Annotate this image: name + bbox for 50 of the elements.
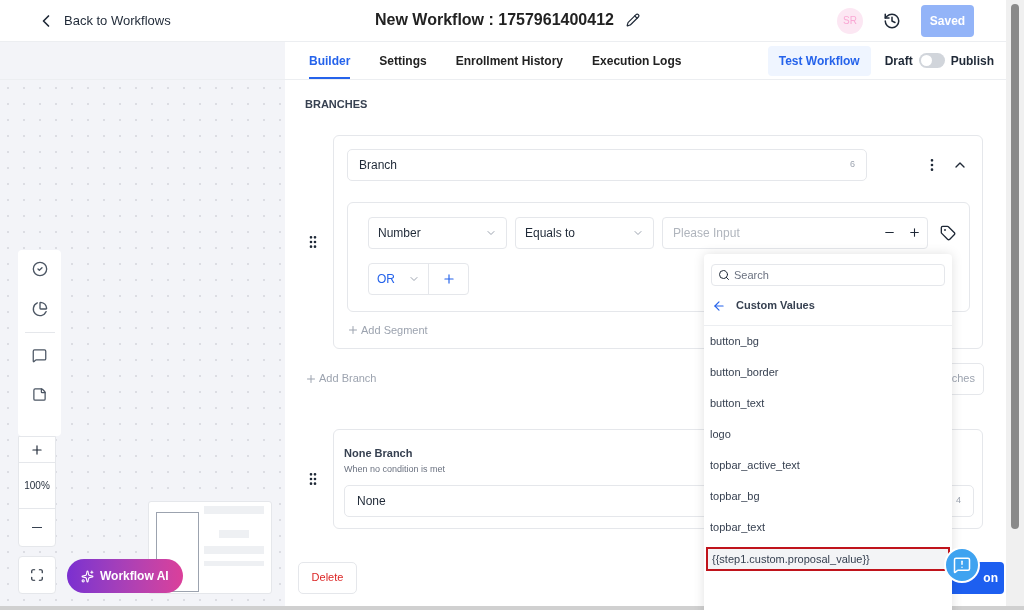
history-icon[interactable] [883, 11, 901, 30]
tab[interactable]: Execution Logs [592, 42, 682, 79]
back-arrow-icon[interactable] [712, 298, 726, 313]
none-branch-subtitle: When no condition is met [344, 463, 446, 476]
branch-name: Branch [359, 156, 398, 174]
section-title: BRANCHES [305, 97, 369, 112]
tag-icon[interactable] [940, 224, 956, 241]
plus-icon [30, 442, 44, 457]
dropdown-item[interactable]: {{step1.custom.proposal_value}} [706, 547, 950, 571]
plus-icon [347, 323, 359, 336]
branch-name-field[interactable]: Branch 6 [347, 148, 867, 181]
publish-label: Publish [950, 52, 994, 70]
expand-icon [30, 568, 44, 582]
sparkle-icon [81, 569, 94, 583]
minus-icon [32, 526, 42, 529]
note-icon[interactable] [32, 387, 47, 402]
pie-chart-icon[interactable] [31, 301, 48, 317]
search-field[interactable]: Search [734, 266, 938, 284]
draft-label: Draft [884, 52, 913, 70]
publish-toggle[interactable] [918, 53, 945, 68]
dropdown-item[interactable]: logo [704, 419, 952, 450]
dropdown-item[interactable]: topbar_bg [704, 481, 952, 512]
comment-icon[interactable] [32, 348, 47, 363]
dropdown-header: Custom Values [736, 298, 815, 314]
value-input[interactable]: Please Input [673, 223, 883, 242]
plus-icon [441, 271, 456, 286]
operator-select[interactable]: Equals to [515, 216, 654, 249]
check-icon[interactable] [31, 261, 48, 277]
edit-icon[interactable] [625, 13, 640, 27]
plus-icon [305, 372, 317, 385]
dropdown-item[interactable]: topbar_active_text [704, 450, 952, 481]
search-box[interactable]: Search [711, 264, 945, 286]
dropdown-item[interactable]: button_bg [704, 326, 952, 357]
tab[interactable]: Builder [309, 42, 351, 79]
test-workflow-button[interactable]: Test Workflow [767, 45, 871, 76]
none-branch-name: None [357, 492, 386, 510]
tab[interactable]: Enrollment History [455, 42, 564, 79]
character-count: 6 [850, 157, 855, 171]
workflow-ai-button[interactable]: Workflow AI [67, 559, 183, 593]
field-select[interactable]: Number [368, 216, 507, 249]
tab[interactable]: Settings [379, 42, 427, 79]
value-field[interactable]: Please Input [662, 216, 928, 249]
workflow-title: New Workflow : 1757961400412 [375, 10, 614, 30]
zoom-level: 100% [19, 463, 55, 509]
search-icon [718, 269, 730, 281]
character-count: 4 [956, 493, 961, 507]
back-link[interactable]: Back to Workflows [36, 10, 171, 31]
none-branch-title: None Branch [344, 445, 414, 461]
delete-button[interactable]: Delete [298, 561, 357, 594]
increment-icon[interactable] [908, 226, 921, 239]
